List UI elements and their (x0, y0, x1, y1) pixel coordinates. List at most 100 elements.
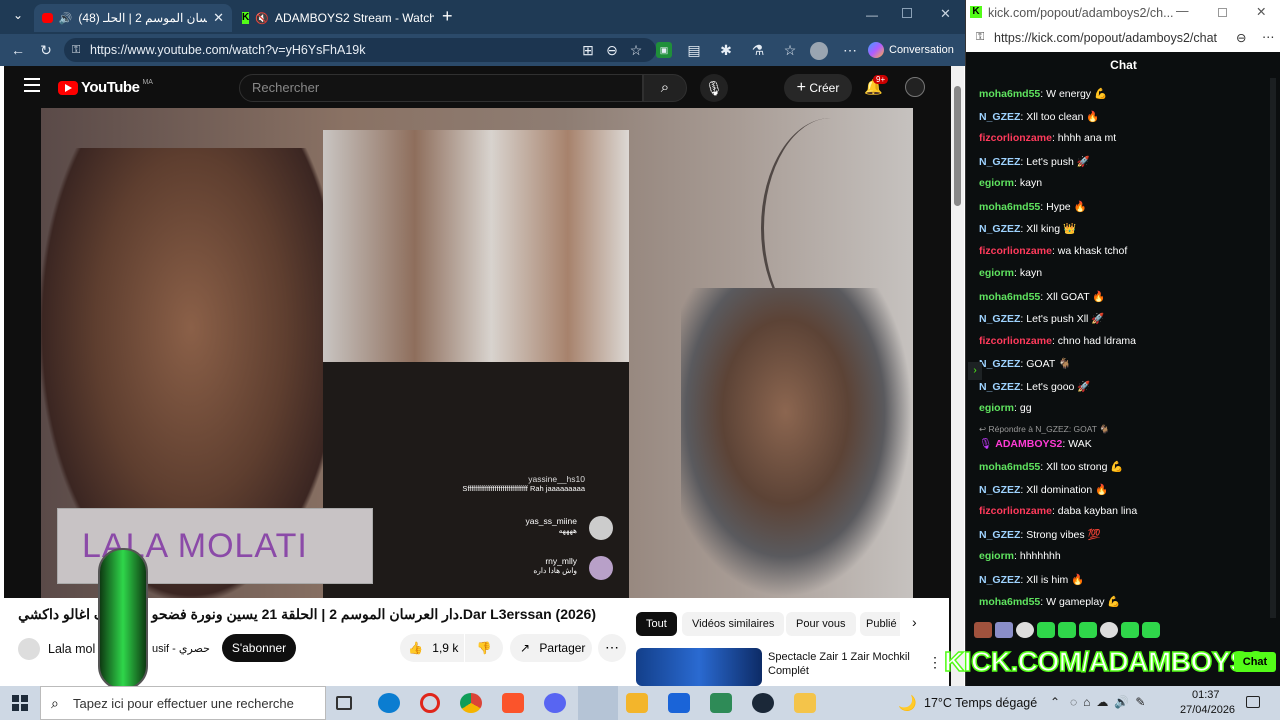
chat-username[interactable]: moha6md55 (979, 291, 1040, 303)
copilot-button[interactable]: Conversation (868, 40, 954, 60)
file-explorer-icon[interactable] (794, 693, 816, 713)
taskbar-search-input[interactable]: ⌕ Tapez ici pour effectuer une recherche (40, 686, 326, 720)
chat-username[interactable]: egiorm (979, 550, 1014, 562)
chat-username[interactable]: moha6md55 (979, 461, 1040, 473)
tab-list-chevron-icon[interactable]: ⌄ (8, 8, 28, 26)
search-icon[interactable]: ⌕ (643, 74, 687, 102)
chat-username[interactable]: N_GZEZ (979, 381, 1020, 393)
site-info-icon[interactable]: ⚿ (72, 38, 80, 62)
minimize-icon[interactable]: — (866, 8, 878, 22)
chip-similar[interactable]: Vidéos similaires (682, 612, 785, 636)
extension-green-icon[interactable]: ▣ (656, 42, 672, 58)
chip-all[interactable]: Tout (636, 612, 677, 636)
account-avatar[interactable] (905, 77, 925, 97)
task-view-icon[interactable] (336, 696, 352, 710)
speaker-icon[interactable]: 🔊 (59, 12, 73, 25)
app-green-icon[interactable] (710, 693, 732, 713)
more-menu-icon[interactable]: ⋯ (1262, 29, 1275, 44)
maximize-icon[interactable] (902, 8, 912, 18)
chip-published[interactable]: Publié (860, 612, 900, 636)
chat-username[interactable]: N_GZEZ (979, 484, 1020, 496)
favorites-icon[interactable]: ☆ (782, 42, 798, 58)
page-scrollbar[interactable] (951, 66, 964, 686)
discord-icon[interactable] (544, 693, 566, 713)
chip-for-you[interactable]: Pour vous (786, 612, 856, 636)
refresh-icon[interactable]: ↻ (38, 42, 54, 58)
new-tab-icon[interactable]: + (442, 6, 453, 27)
chat-scrollbar[interactable] (1270, 78, 1276, 618)
clock-date[interactable]: 27/04/2026 (1180, 704, 1235, 716)
collapse-chat-icon[interactable]: › (968, 362, 982, 380)
profile-avatar[interactable] (810, 42, 828, 60)
chat-username[interactable]: egiorm (979, 402, 1014, 414)
share-button[interactable]: ↗ Partager (510, 634, 592, 662)
create-button[interactable]: + Créer (784, 74, 852, 102)
more-menu-icon[interactable]: ⋯ (842, 42, 858, 58)
brave-icon[interactable] (502, 693, 524, 713)
app-blue-icon[interactable] (668, 693, 690, 713)
chat-username[interactable]: N_GZEZ (979, 574, 1020, 586)
chips-next-icon[interactable]: › (912, 614, 917, 630)
opera-icon[interactable] (420, 693, 440, 713)
minimize-icon[interactable]: — (1176, 4, 1189, 18)
video-player[interactable]: LALA MOLATI yassine__hs10 Sfffffffffffff… (41, 108, 913, 598)
kick-address-bar[interactable]: ⚿ https://kick.com/popout/adamboys2/chat… (966, 26, 1280, 52)
store-icon[interactable] (626, 693, 648, 713)
edge-icon[interactable] (378, 693, 400, 713)
chat-username[interactable]: N_GZEZ (979, 529, 1020, 541)
tray-chevron-icon[interactable]: ⌃ (1050, 695, 1060, 709)
muted-speaker-icon[interactable]: 🔇 (255, 12, 269, 25)
maximize-icon[interactable] (1218, 8, 1227, 17)
close-window-icon[interactable]: ✕ (1256, 4, 1266, 19)
back-icon[interactable]: ← (10, 42, 26, 58)
chat-username[interactable]: egiorm (979, 267, 1014, 279)
chat-username[interactable]: ADAMBOYS2 (995, 438, 1062, 450)
tab-youtube[interactable]: 🔊 (48) دار العرسان الموسم 2 | الحلـ ✕ (34, 4, 232, 32)
chat-username[interactable]: egiorm (979, 177, 1014, 189)
send-chat-button[interactable]: Chat (1234, 652, 1276, 672)
extension-beaker-icon[interactable]: ⚗ (750, 42, 766, 58)
chat-username[interactable]: fizcorlionzame (979, 132, 1052, 144)
hamburger-menu-icon[interactable] (24, 78, 40, 92)
chat-username[interactable]: fizcorlionzame (979, 505, 1052, 517)
chat-username[interactable]: moha6md55 (979, 88, 1040, 100)
windows-start-icon[interactable] (12, 695, 28, 711)
close-tab-icon[interactable]: ✕ (213, 10, 224, 26)
suggestion-thumbnail[interactable] (636, 648, 762, 686)
zoom-icon[interactable]: ⊖ (604, 42, 620, 58)
suggestion-more-icon[interactable]: ⋮ (928, 654, 942, 671)
active-app-icon[interactable] (578, 686, 618, 720)
tray-icons[interactable]: ◌⌂☁🔊✎ (1070, 695, 1151, 709)
puzzle-icon[interactable]: ✱ (718, 42, 734, 58)
chat-username[interactable]: N_GZEZ (979, 223, 1020, 235)
weather-text[interactable]: 17°C Temps dégagé (924, 696, 1037, 710)
chat-username[interactable]: moha6md55 (979, 596, 1040, 608)
app-grid-icon[interactable]: ⊞ (580, 42, 596, 58)
dislike-button[interactable]: 👎 (465, 634, 503, 662)
steam-icon[interactable] (752, 693, 774, 713)
zoom-icon[interactable]: ⊖ (1236, 30, 1246, 45)
channel-avatar[interactable] (18, 638, 40, 660)
suggestion-title[interactable]: Spectacle Zair 1 Zair Mochkil Complét (768, 650, 918, 678)
chat-username[interactable]: N_GZEZ (979, 358, 1020, 370)
subscribe-button[interactable]: S'abonner (222, 634, 296, 662)
url-field[interactable]: ⚿ https://www.youtube.com/watch?v=yH6YsF… (64, 38, 656, 62)
microphone-icon[interactable]: 🎙 (700, 74, 728, 102)
chat-username[interactable]: moha6md55 (979, 201, 1040, 213)
chat-username[interactable]: N_GZEZ (979, 156, 1020, 168)
chat-username[interactable]: N_GZEZ (979, 313, 1020, 325)
channel-name[interactable]: Lala mol (48, 642, 95, 656)
chat-username[interactable]: N_GZEZ (979, 111, 1020, 123)
favorite-star-icon[interactable]: ☆ (628, 42, 644, 58)
more-actions-icon[interactable]: ⋯ (598, 634, 626, 662)
search-input[interactable]: Rechercher (239, 74, 643, 102)
chat-username[interactable]: fizcorlionzame (979, 245, 1052, 257)
scrollbar-thumb[interactable] (954, 86, 961, 206)
clock-time[interactable]: 01:37 (1192, 689, 1220, 701)
notification-center-icon[interactable] (1246, 696, 1260, 708)
chrome-icon[interactable] (460, 693, 482, 713)
like-button[interactable]: 👍 1,9 k (400, 634, 464, 662)
close-window-icon[interactable]: ✕ (940, 6, 951, 22)
youtube-logo[interactable]: YouTube MA (58, 79, 153, 96)
tab-kick[interactable]: K 🔇 ADAMBOYS2 Stream - Watch ✕ (234, 4, 434, 32)
